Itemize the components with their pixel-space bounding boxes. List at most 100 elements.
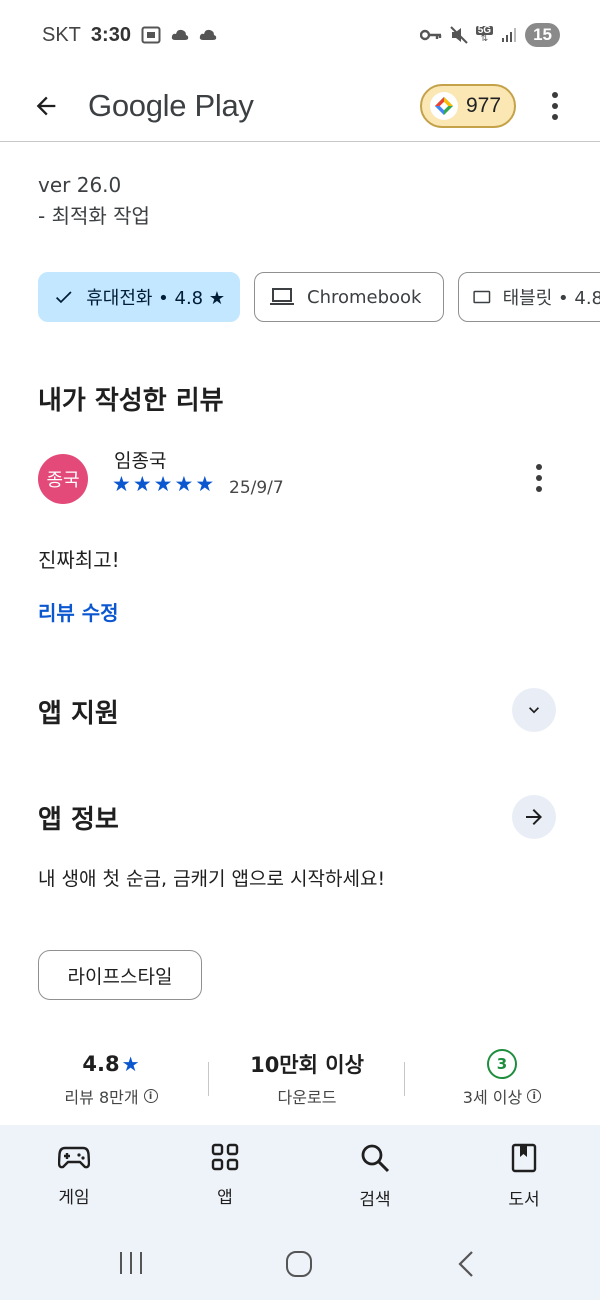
nav-games[interactable]: 게임	[19, 1125, 129, 1228]
app-info-title[interactable]: 앱 정보	[38, 799, 119, 836]
cloud-notification-icon	[171, 29, 189, 40]
battery-indicator: 15	[525, 23, 560, 47]
app-support-title[interactable]: 앱 지원	[38, 693, 119, 730]
gamepad-icon	[58, 1146, 90, 1169]
nav-search[interactable]: 검색	[320, 1125, 430, 1228]
downloads-label: 다운로드	[277, 1088, 337, 1107]
star-icon: ★	[153, 472, 173, 496]
status-right: 5G ⇅ 15	[419, 23, 560, 47]
star-icon: ★	[121, 1052, 140, 1076]
home-icon	[286, 1251, 312, 1277]
screenshot-notification-icon	[141, 26, 161, 44]
review-more-button[interactable]	[536, 464, 542, 492]
update-note: - 최적화 작업	[38, 204, 150, 228]
recents-icon	[120, 1252, 142, 1274]
apps-grid-icon	[211, 1143, 239, 1171]
my-review-heading: 내가 작성한 리뷰	[38, 386, 224, 416]
stat-rating-value-row: 4.8 ★	[82, 1048, 139, 1080]
carrier-label: SKT	[42, 23, 81, 46]
status-left: SKT 3:30	[42, 24, 217, 47]
nav-apps-label: 앱	[217, 1188, 233, 1208]
chip-tablet[interactable]: 태블릿 • 4.8	[458, 272, 600, 322]
mute-icon	[450, 26, 468, 44]
rating-count-label: 리뷰 8만개	[64, 1088, 139, 1107]
app-title: Google Play	[88, 87, 254, 123]
play-points-icon	[430, 91, 458, 120]
rating-value: 4.8	[82, 1052, 120, 1076]
more-vert-icon	[536, 464, 542, 470]
review-body: 진짜최고!	[38, 548, 120, 572]
star-rating: ★ ★ ★ ★ ★	[112, 472, 214, 496]
stat-rating-label-row: 리뷰 8만개 i	[64, 1084, 158, 1108]
star-icon: ★	[132, 472, 152, 496]
chip-tablet-label: 태블릿 • 4.8	[502, 288, 600, 309]
stats-row: 4.8 ★ 리뷰 8만개 i 10만회 이상 다운로드 3 3세 이상 i	[0, 1048, 600, 1118]
update-notes: ver 26.0 - 최적화 작업	[38, 170, 150, 232]
stat-divider	[404, 1062, 405, 1096]
back-button[interactable]	[30, 90, 62, 122]
star-icon: ★	[112, 472, 131, 496]
version-label: ver 26.0	[38, 173, 122, 197]
play-points-value: 977	[466, 93, 502, 117]
chip-chromebook-label: Chromebook	[307, 286, 422, 308]
tablet-icon	[473, 290, 491, 304]
data-arrows-icon: ⇅	[480, 34, 489, 44]
more-vert-dot	[536, 486, 542, 492]
recents-button[interactable]	[118, 1250, 144, 1280]
stat-downloads: 10만회 이상 다운로드	[220, 1048, 394, 1108]
nav-games-label: 게임	[58, 1188, 90, 1208]
app-info-arrow-button[interactable]	[512, 795, 556, 839]
clock: 3:30	[90, 23, 131, 46]
avatar: 종국	[38, 454, 88, 504]
details-content[interactable]: ver 26.0 - 최적화 작업 휴대전화 • 4.8 ★ Chromeboo…	[0, 142, 600, 1125]
system-back-button[interactable]	[456, 1250, 476, 1282]
star-icon: ★	[174, 472, 194, 496]
stat-age-value-row: 3	[487, 1048, 517, 1080]
age-rating-badge-icon: 3	[487, 1049, 517, 1079]
vpn-key-icon	[419, 29, 441, 41]
star-icon: ★	[195, 472, 215, 496]
device-filter-chips: 휴대전화 • 4.8 ★ Chromebook 태블릿 • 4.8	[38, 272, 600, 322]
more-vert-dot	[552, 102, 558, 109]
status-bar: SKT 3:30 5G ⇅ 15	[0, 0, 600, 70]
nav-books[interactable]: 도서	[469, 1125, 579, 1228]
age-rating-label: 3세 이상	[462, 1088, 523, 1107]
home-button[interactable]	[285, 1250, 313, 1282]
reviewer-name: 임종국	[114, 450, 167, 472]
signal-icon	[502, 28, 517, 42]
play-points-chip[interactable]: 977	[420, 83, 516, 128]
more-vert-icon	[552, 91, 558, 98]
chevron-left-icon	[458, 1251, 473, 1277]
system-navigation-bar	[0, 1228, 600, 1300]
chip-phone-label: 휴대전화 • 4.8 ★	[86, 288, 225, 309]
chip-phone[interactable]: 휴대전화 • 4.8 ★	[38, 272, 240, 322]
downloads-value: 10만회 이상	[250, 1053, 364, 1077]
stat-age-rating: 3 3세 이상 i	[424, 1048, 580, 1108]
more-vert-dot	[536, 475, 542, 481]
stat-divider	[208, 1062, 209, 1096]
search-icon	[361, 1144, 390, 1173]
app-description: 내 생애 첫 순금, 금캐기 앱으로 시작하세요!	[38, 868, 386, 890]
stat-age-label-row: 3세 이상 i	[462, 1084, 542, 1108]
app-bar: Google Play 977	[0, 70, 600, 142]
edit-review-link[interactable]: 리뷰 수정	[38, 597, 119, 626]
more-vert-dot	[552, 113, 558, 120]
bottom-navigation: 게임 앱 검색 도서	[0, 1125, 600, 1228]
network-5g-icon: 5G ⇅	[475, 26, 494, 44]
category-chip[interactable]: 라이프스타일	[38, 950, 202, 1000]
chip-chromebook[interactable]: Chromebook	[254, 272, 444, 322]
check-icon	[56, 291, 72, 304]
laptop-icon	[270, 288, 294, 305]
stat-rating: 4.8 ★ 리뷰 8만개 i	[36, 1048, 186, 1108]
nav-apps[interactable]: 앱	[170, 1125, 280, 1228]
more-options-button[interactable]	[540, 91, 570, 120]
nav-books-label: 도서	[508, 1190, 540, 1210]
app-support-expand-button[interactable]	[512, 688, 556, 732]
chevron-down-icon	[529, 707, 539, 714]
arrow-forward-icon	[526, 809, 542, 825]
arrow-back-icon	[36, 96, 56, 115]
cloud-notification-icon-2	[199, 29, 217, 40]
info-icon[interactable]: i	[143, 1089, 158, 1103]
book-icon	[511, 1143, 537, 1173]
info-icon[interactable]: i	[527, 1089, 542, 1103]
